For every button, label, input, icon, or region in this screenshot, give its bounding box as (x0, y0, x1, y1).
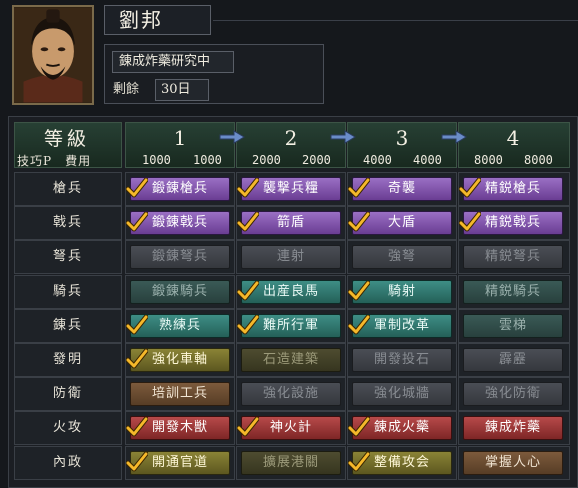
tech-button[interactable]: 開發投石 (352, 348, 452, 372)
level-1-cost-b: 1000 (193, 153, 222, 167)
row-label: 發明 (14, 343, 122, 377)
tech-button[interactable]: 開通官道 (130, 451, 230, 475)
row-label: 槍兵 (14, 172, 122, 206)
tech-button[interactable]: 霹靂 (463, 348, 563, 372)
tech-button[interactable]: 精鋭戟兵 (463, 211, 563, 235)
character-portrait (12, 5, 94, 105)
tech-button[interactable]: 擴展港關 (241, 451, 341, 475)
row-label: 弩兵 (14, 240, 122, 274)
tech-button[interactable]: 鍛錬槍兵 (130, 177, 230, 201)
level-3-cost-b: 4000 (413, 153, 442, 167)
arrow-right-icon (441, 130, 467, 144)
tech-button[interactable]: 難所行軍 (241, 314, 341, 338)
level-2-cost-a: 2000 (252, 153, 281, 167)
tech-button[interactable]: 石造建築 (241, 348, 341, 372)
arrow-right-icon (219, 130, 245, 144)
tech-button[interactable]: 強化城牆 (352, 382, 452, 406)
tech-button[interactable]: 騎射 (352, 280, 452, 304)
header-divider (213, 20, 578, 21)
level-3-cost-a: 4000 (363, 153, 392, 167)
tech-button[interactable]: 掌握人心 (463, 451, 563, 475)
level-2-cost-b: 2000 (302, 153, 331, 167)
tech-button[interactable]: 大盾 (352, 211, 452, 235)
tech-button[interactable]: 強弩 (352, 245, 452, 269)
level-number-4: 4 (506, 126, 520, 150)
portrait-image (14, 7, 92, 103)
tech-button[interactable]: 連射 (241, 245, 341, 269)
row-label: 內政 (14, 446, 122, 480)
tech-button[interactable]: 雲梯 (463, 314, 563, 338)
level-title: 等級 (44, 128, 91, 150)
row-label: 錬兵 (14, 309, 122, 343)
character-name: 劉邦 (104, 5, 211, 35)
tech-button[interactable]: 強化防衛 (463, 382, 563, 406)
research-status-panel: 錬成炸藥研究中 剰餘 30日 (104, 44, 324, 104)
tech-button[interactable]: 熟練兵 (130, 314, 230, 338)
tech-button[interactable]: 箭盾 (241, 211, 341, 235)
arrow-right-icon (330, 130, 356, 144)
tech-button[interactable]: 奇襲 (352, 177, 452, 201)
tech-button[interactable]: 錬成炸藥 (463, 416, 563, 440)
remaining-label: 剰餘 (113, 82, 140, 97)
tech-button[interactable]: 強化車軸 (130, 348, 230, 372)
tech-button[interactable]: 精鋭弩兵 (463, 245, 563, 269)
tech-button[interactable]: 培訓工兵 (130, 382, 230, 406)
skill-points-cost-label: 技巧P 費用 (17, 154, 92, 168)
tech-button[interactable]: 精鋭槍兵 (463, 177, 563, 201)
tech-button[interactable]: 鍛錬騎兵 (130, 280, 230, 304)
tech-button[interactable]: 神火計 (241, 416, 341, 440)
level-4-cost-b: 8000 (524, 153, 553, 167)
row-label: 火攻 (14, 411, 122, 445)
level-1-cost-a: 1000 (142, 153, 171, 167)
tech-button[interactable]: 襲撃兵糧 (241, 177, 341, 201)
research-status: 錬成炸藥研究中 (112, 51, 234, 73)
tech-button[interactable]: 整備攻会 (352, 451, 452, 475)
tech-button[interactable]: 錬成火藥 (352, 416, 452, 440)
row-label: 騎兵 (14, 275, 122, 309)
row-label: 戟兵 (14, 206, 122, 240)
tech-button[interactable]: 鍛錬戟兵 (130, 211, 230, 235)
tech-button[interactable]: 鍛錬弩兵 (130, 245, 230, 269)
tech-button[interactable]: 軍制改革 (352, 314, 452, 338)
remaining-days: 30日 (155, 79, 209, 101)
row-label: 防衛 (14, 377, 122, 411)
level-4-cost-a: 8000 (474, 153, 503, 167)
tech-button[interactable]: 開發木獣 (130, 416, 230, 440)
tech-button[interactable]: 出産良馬 (241, 280, 341, 304)
tech-button[interactable]: 精鋭騎兵 (463, 280, 563, 304)
tech-button[interactable]: 強化設施 (241, 382, 341, 406)
